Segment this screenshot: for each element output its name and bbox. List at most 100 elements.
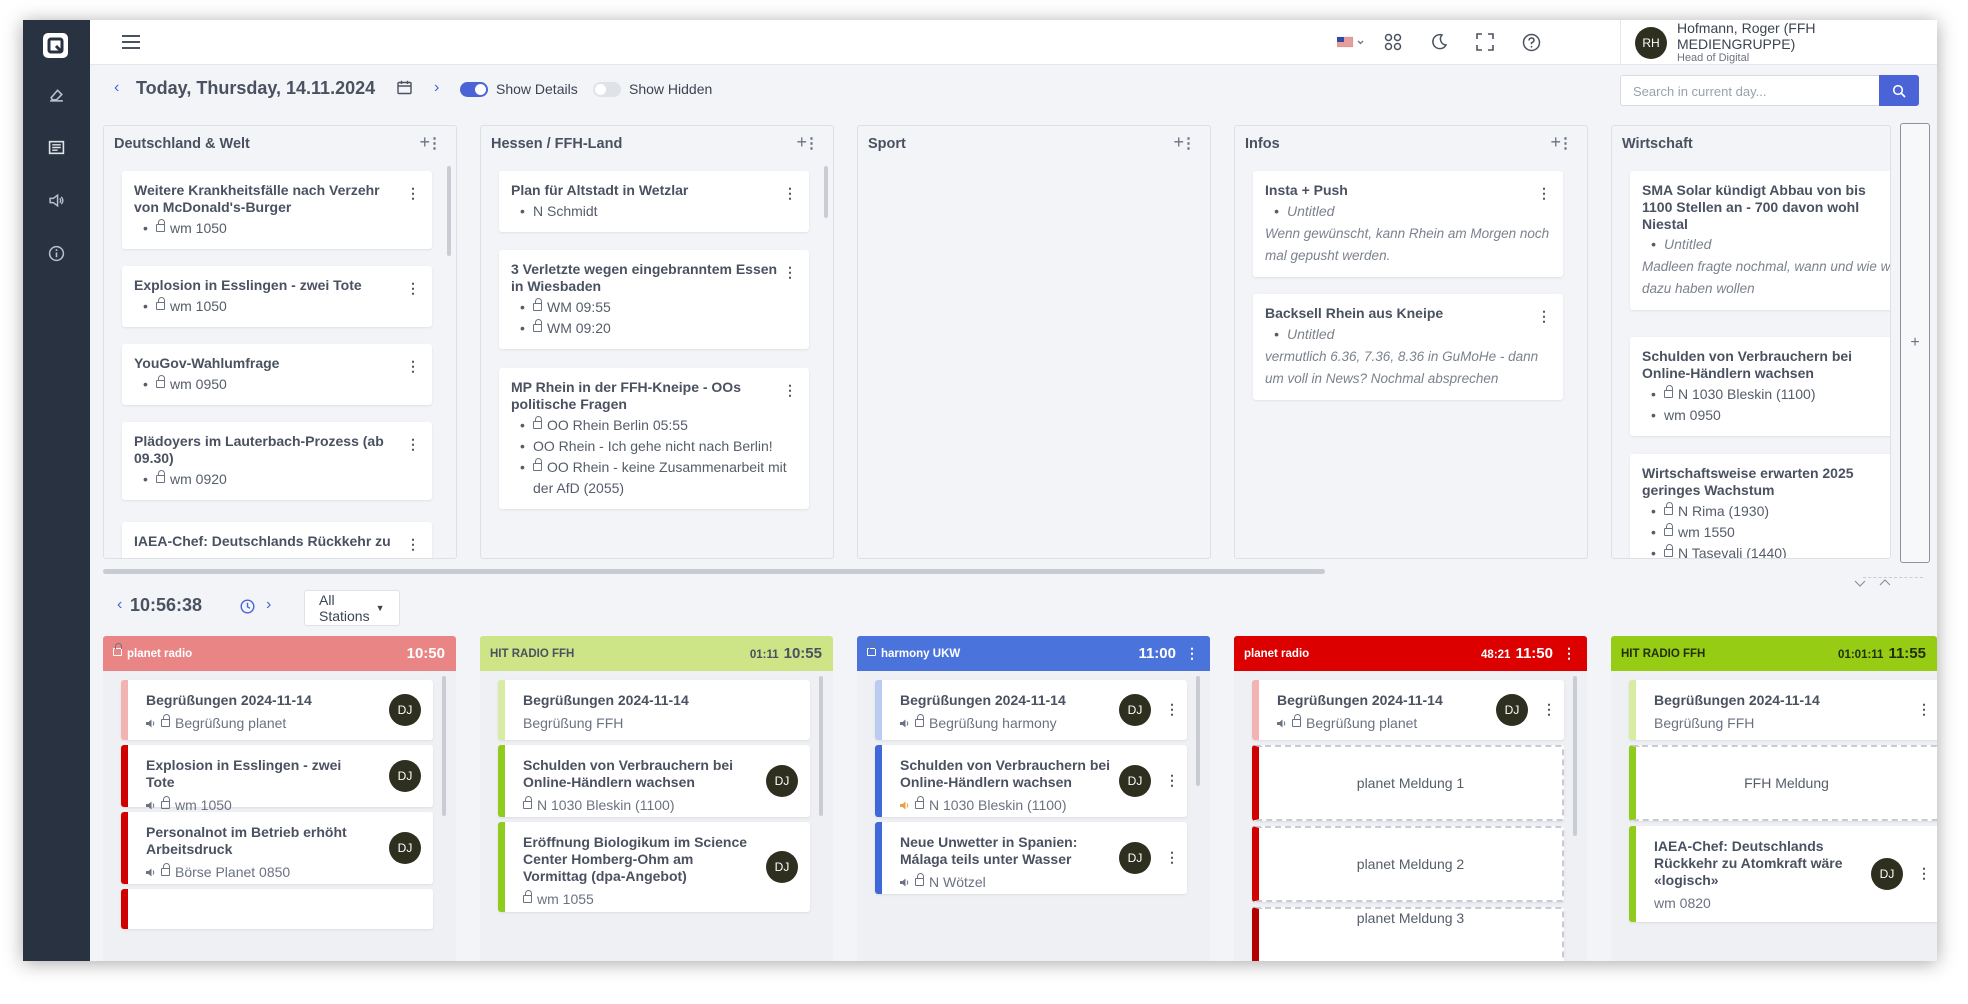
- card-menu-dots-icon[interactable]: ⋮: [1165, 701, 1179, 718]
- story-card[interactable]: Insta + Push ⋮ Untitled Wenn gewünscht, …: [1253, 171, 1563, 277]
- item-text: wm 0950: [1664, 406, 1721, 423]
- card-menu-dots-icon[interactable]: ⋮: [1917, 701, 1931, 718]
- prev-time-chevron-icon[interactable]: ‹: [117, 596, 122, 614]
- story-item: N Rima (1930): [1642, 501, 1890, 522]
- playlist-card[interactable]: Neue Unwetter in Spanien: Málaga teils u…: [875, 822, 1187, 894]
- user-name: Hofmann, Roger (FFH MEDIENGRUPPE): [1677, 20, 1816, 53]
- playlist-card[interactable]: Begrüßungen 2024-11-14 Begrüßung planet …: [121, 680, 433, 740]
- station-header: HIT RADIO FFH 01:11 10:55: [480, 636, 833, 671]
- card-menu-dots-icon[interactable]: ⋮: [1537, 185, 1551, 202]
- horizontal-scrollbar[interactable]: [103, 569, 1325, 574]
- column-title: Infos: [1245, 136, 1280, 152]
- next-day-chevron-icon[interactable]: ›: [434, 79, 439, 97]
- story-card[interactable]: Schulden von Verbrauchern bei Online-Hän…: [1630, 337, 1890, 436]
- show-hidden-toggle[interactable]: [593, 82, 621, 97]
- story-card[interactable]: Explosion in Esslingen - zwei Tote ⋮ wm …: [122, 266, 432, 327]
- stations-filter-dropdown[interactable]: All Stations ▼: [304, 590, 400, 626]
- story-card[interactable]: 3 Verletzte wegen eingebranntem Essen in…: [499, 250, 809, 349]
- card-menu-dots-icon[interactable]: ⋮: [406, 280, 420, 297]
- app-logo[interactable]: [43, 33, 68, 58]
- story-card[interactable]: SMA Solar kündigt Abbau von bis 1100 Ste…: [1630, 171, 1891, 311]
- dj-avatar: DJ: [1119, 694, 1151, 726]
- playlist-title: Begrüßungen 2024-11-14: [1654, 692, 1820, 708]
- info-icon[interactable]: [44, 241, 68, 265]
- placeholder-slot[interactable]: planet Meldung 3: [1252, 907, 1564, 961]
- story-card[interactable]: YouGov-Wahlumfrage ⋮ wm 0950: [122, 344, 432, 405]
- story-card[interactable]: IAEA-Chef: Deutschlands Rückkehr zu ⋮: [122, 522, 432, 558]
- speaker-icon[interactable]: [44, 188, 68, 212]
- show-details-toggle[interactable]: [460, 82, 488, 97]
- playlist-card[interactable]: Begrüßungen 2024-11-14 Begrüßung FFH ⋮: [1629, 680, 1937, 740]
- playlist-card[interactable]: [121, 889, 433, 929]
- search-input[interactable]: Search in current day...: [1620, 75, 1880, 106]
- card-menu-dots-icon[interactable]: ⋮: [1537, 308, 1551, 325]
- story-card[interactable]: Plan für Altstadt in Wetzlar ⋮ N Schmidt: [499, 171, 809, 232]
- current-time: 10:56:38: [130, 595, 203, 615]
- add-column-button[interactable]: +: [1900, 123, 1930, 563]
- card-menu-dots-icon[interactable]: ⋮: [783, 382, 797, 399]
- station-menu-dots-icon[interactable]: ⋮: [1562, 645, 1576, 662]
- card-menu-dots-icon[interactable]: ⋮: [406, 436, 420, 453]
- story-card[interactable]: MP Rhein in der FFH-Kneipe - OOs politis…: [499, 368, 809, 509]
- card-menu-dots-icon[interactable]: ⋮: [1165, 849, 1179, 866]
- apps-grid-icon[interactable]: [1382, 31, 1404, 53]
- story-card[interactable]: Wirtschaftsweise erwarten 2025 geringes …: [1630, 454, 1890, 558]
- calendar-icon[interactable]: [397, 80, 412, 100]
- card-menu-dots-icon[interactable]: ⋮: [406, 536, 420, 553]
- search-button[interactable]: [1879, 75, 1919, 106]
- next-time-chevron-icon[interactable]: ›: [266, 596, 271, 614]
- card-menu-dots-icon[interactable]: ⋮: [1917, 865, 1931, 882]
- playlist-card[interactable]: Schulden von Verbrauchern bei Online-Hän…: [875, 745, 1187, 817]
- story-note: Madleen fragte nochmal, wann und wie wir…: [1642, 259, 1891, 297]
- user-menu[interactable]: RH Hofmann, Roger (FFH MEDIENGRUPPE) Hea…: [1620, 20, 1937, 65]
- story-card[interactable]: Plädoyers im Lauterbach-Prozess (ab 09.3…: [122, 422, 432, 500]
- eraser-icon[interactable]: [44, 82, 68, 106]
- story-title: SMA Solar kündigt Abbau von bis 1100 Ste…: [1642, 182, 1866, 232]
- column-menu-dots-icon[interactable]: ⋮: [804, 134, 819, 152]
- menu-icon[interactable]: [120, 31, 142, 53]
- collapse-chevron-down-icon[interactable]: [1853, 577, 1893, 595]
- language-flag-icon[interactable]: [1335, 31, 1369, 53]
- column-scrollbar[interactable]: [447, 166, 451, 256]
- playlist-card[interactable]: Begrüßungen 2024-11-14 Begrüßung planet …: [1252, 680, 1564, 740]
- station-scrollbar[interactable]: [442, 676, 446, 816]
- story-item: wm 1050: [134, 218, 420, 239]
- prev-day-chevron-icon[interactable]: ‹: [114, 79, 119, 97]
- placeholder-slot[interactable]: planet Meldung 2: [1252, 826, 1564, 902]
- card-menu-dots-icon[interactable]: ⋮: [406, 185, 420, 202]
- card-menu-dots-icon[interactable]: ⋮: [1165, 772, 1179, 789]
- playlist-card[interactable]: Begrüßungen 2024-11-14 Begrüßung FFH: [498, 680, 810, 740]
- dark-mode-moon-icon[interactable]: [1428, 31, 1450, 53]
- card-menu-dots-icon[interactable]: ⋮: [783, 264, 797, 281]
- placeholder-slot[interactable]: planet Meldung 1: [1252, 745, 1564, 821]
- playlist-card[interactable]: Personalnot im Betrieb erhöht Arbeitsdru…: [121, 812, 433, 884]
- item-text: wm 1550: [1678, 523, 1735, 540]
- fullscreen-icon[interactable]: [1474, 31, 1496, 53]
- playlist-title: Eröffnung Biologikum im Science Center H…: [523, 834, 748, 885]
- column-menu-dots-icon[interactable]: ⋮: [427, 134, 442, 152]
- clock-icon[interactable]: [240, 599, 255, 619]
- column-scrollbar[interactable]: [824, 166, 828, 218]
- playlist-card[interactable]: Explosion in Esslingen - zwei Tote wm 10…: [121, 745, 433, 813]
- lock-icon: [915, 873, 924, 887]
- newspaper-icon[interactable]: [44, 135, 68, 159]
- playlist-card[interactable]: IAEA-Chef: Deutschlands Rückkehr zu Atom…: [1629, 826, 1937, 922]
- lock-icon: [156, 296, 165, 310]
- card-menu-dots-icon[interactable]: ⋮: [783, 185, 797, 202]
- column-menu-dots-icon[interactable]: ⋮: [1558, 134, 1573, 152]
- station-scrollbar[interactable]: [819, 676, 823, 816]
- station-scrollbar[interactable]: [1573, 676, 1577, 836]
- show-hidden-label: Show Hidden: [629, 81, 713, 97]
- story-card[interactable]: Weitere Krankheitsfälle nach Verzehr von…: [122, 171, 432, 249]
- card-menu-dots-icon[interactable]: ⋮: [1542, 701, 1556, 718]
- help-icon[interactable]: [1520, 31, 1542, 53]
- playlist-card[interactable]: Schulden von Verbrauchern bei Online-Hän…: [498, 745, 810, 817]
- station-scrollbar[interactable]: [1196, 676, 1200, 786]
- card-menu-dots-icon[interactable]: ⋮: [406, 358, 420, 375]
- playlist-card[interactable]: Eröffnung Biologikum im Science Center H…: [498, 822, 810, 912]
- story-card[interactable]: Backsell Rhein aus Kneipe ⋮ Untitled ver…: [1253, 294, 1563, 400]
- station-menu-dots-icon[interactable]: ⋮: [1185, 645, 1199, 662]
- column-menu-dots-icon[interactable]: ⋮: [1181, 134, 1196, 152]
- placeholder-slot[interactable]: FFH Meldung: [1629, 745, 1937, 821]
- playlist-card[interactable]: Begrüßungen 2024-11-14 Begrüßung harmony…: [875, 680, 1187, 740]
